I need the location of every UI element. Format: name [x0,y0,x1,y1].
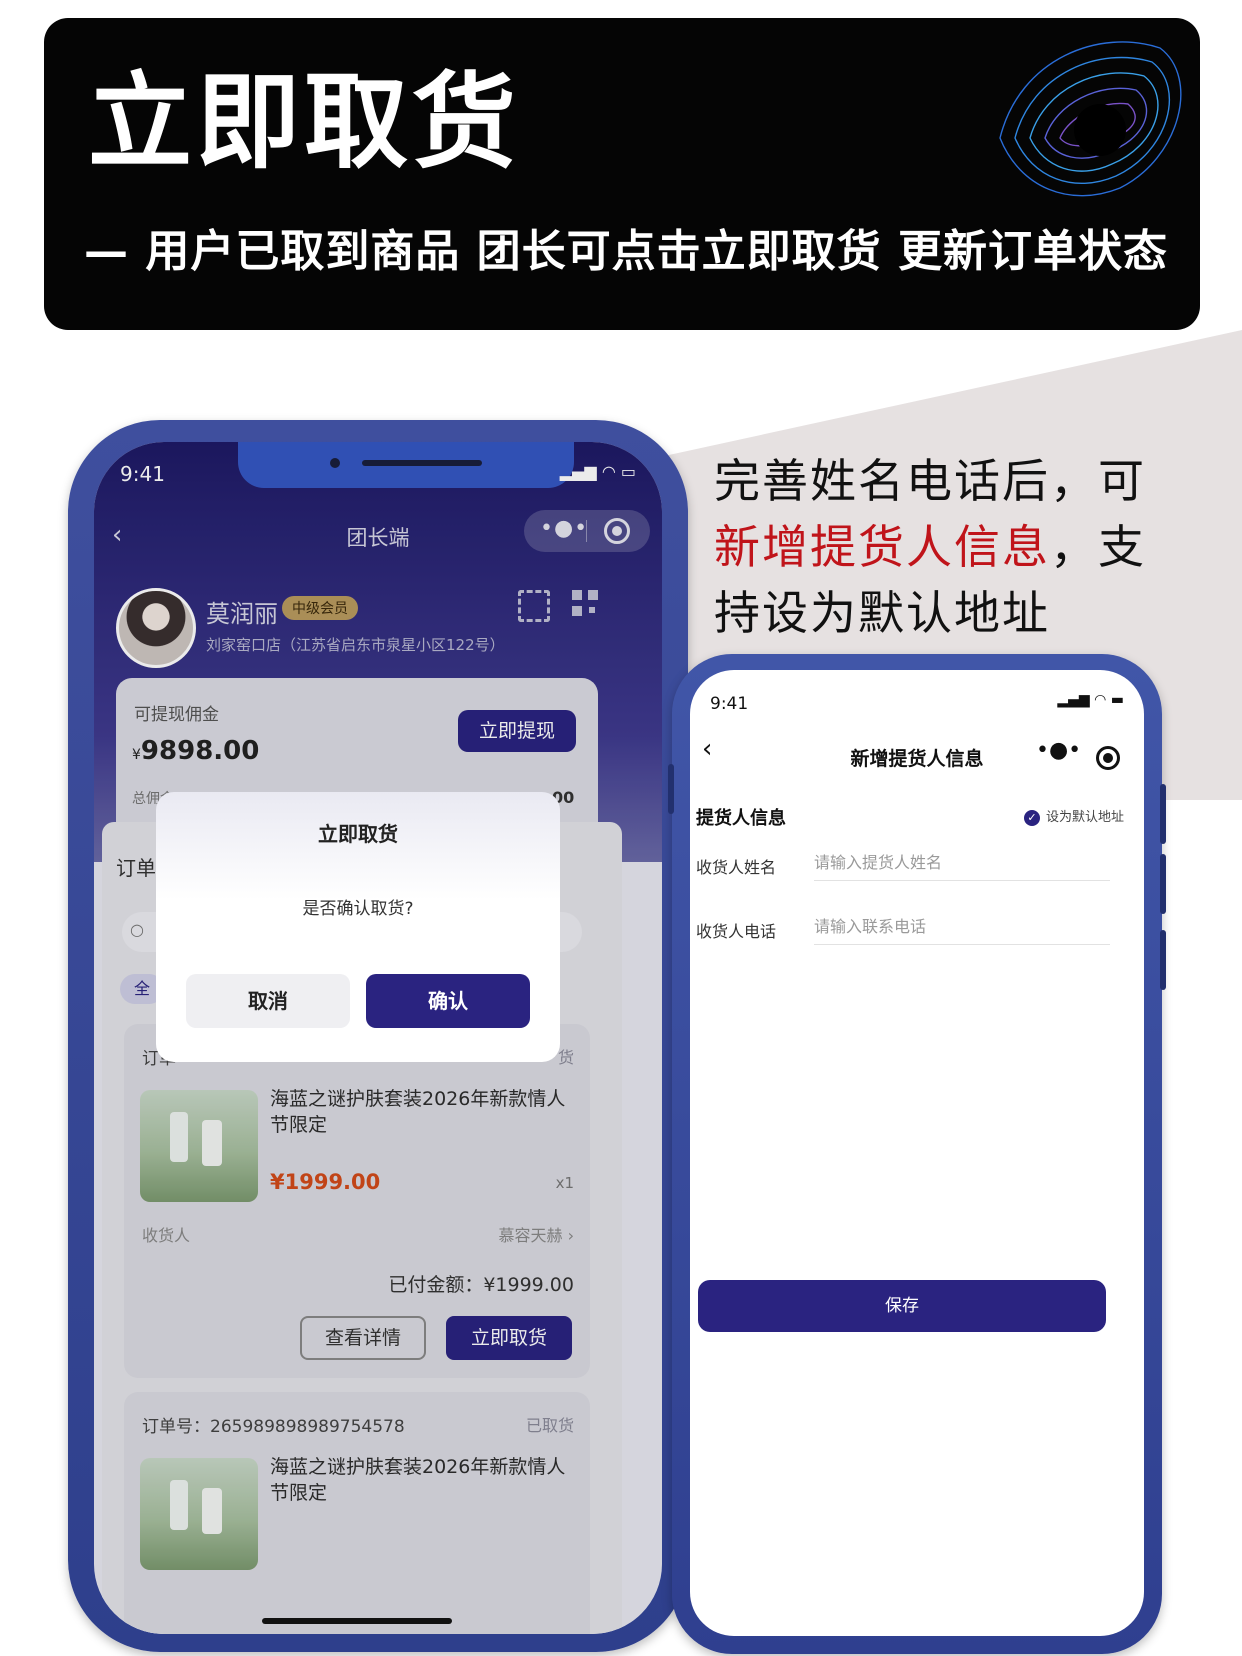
signal-icon: ▂▄▆ [1057,692,1090,708]
side-button [1160,854,1166,914]
caption-line-2-rest: ，支 [1050,520,1146,574]
target-icon[interactable] [1096,746,1120,770]
caption-line-2: 新增提货人信息，支 [714,514,1154,580]
banner-subtitle: — 用户已取到商品 团长可点击立即取货 更新订单状态 [84,226,1168,277]
status-icons: ▂▄▆ ◠ ▬ [1057,692,1124,708]
wifi-icon: ◠ [1094,692,1107,708]
section-title: 提货人信息 [696,808,786,829]
dialog-message: 是否确认取货? [302,899,414,919]
phone1-screen: 9:41 ▂▄▆ ◠ ▭ ‹ 团长端 •●• 莫润丽 中级会员 刘家窑口店（江苏… [94,442,662,1634]
receiver-name-input[interactable] [814,844,1110,881]
status-time: 9:41 [710,694,749,714]
feature-caption: 完善姓名电话后，可 新增提货人信息，支 持设为默认地址 [714,448,1154,646]
battery-icon: ▬ [1110,692,1124,708]
side-button [1160,930,1166,990]
caption-highlight: 新增提货人信息 [714,520,1050,574]
side-button [668,764,674,814]
caption-line-3: 持设为默认地址 [714,586,1050,640]
dialog-title: 立即取货 [318,822,398,846]
phone-leader-app: 9:41 ▂▄▆ ◠ ▭ ‹ 团长端 •●• 莫润丽 中级会员 刘家窑口店（江苏… [68,420,688,1652]
receiver-phone-input[interactable] [814,908,1110,945]
phone-add-pickup-person: 9:41 ▂▄▆ ◠ ▬ ‹ 新增提货人信息 •●• 提货人信息 ✓ 设为默认地址… [668,654,1166,1654]
save-button[interactable]: 保存 [698,1280,1106,1332]
wave-art-icon [999,41,1182,197]
more-icon[interactable]: •●• [1036,738,1081,763]
banner-title: 立即取货 [88,61,521,183]
cancel-button[interactable]: 取消 [186,974,350,1028]
receiver-name-label: 收货人姓名 [696,858,777,877]
confirm-button[interactable]: 确认 [366,974,530,1028]
header-banner: 立即取货 — 用户已取到商品 团长可点击立即取货 更新订单状态 [44,18,1200,330]
set-default-label: 设为默认地址 [1045,810,1124,825]
home-indicator [262,1618,452,1624]
phone2-screen: 9:41 ▂▄▆ ◠ ▬ ‹ 新增提货人信息 •●• 提货人信息 ✓ 设为默认地址… [690,670,1144,1636]
confirm-pickup-dialog: 立即取货 是否确认取货? 取消 确认 [156,792,560,1062]
set-default-toggle[interactable]: ✓ 设为默认地址 [1023,806,1124,826]
caption-line-1: 完善姓名电话后，可 [714,454,1146,508]
side-button [1160,784,1166,844]
check-icon: ✓ [1023,809,1040,826]
receiver-phone-label: 收货人电话 [696,922,777,941]
